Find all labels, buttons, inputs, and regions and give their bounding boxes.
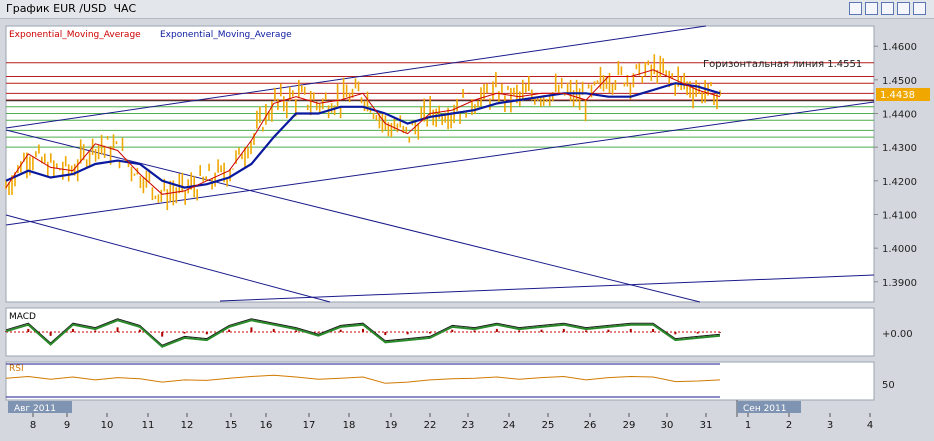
chart-canvas: 1.4600 1.4500 1.4400 1.4300 1.4200 1.4100 1.40… <box>5 25 930 431</box>
x-tick-label: 12 <box>181 420 194 431</box>
rsi-label: RSI <box>9 364 24 374</box>
y-tick-label: 1.4200 <box>882 177 917 188</box>
x-tick-label: 3 <box>827 420 833 431</box>
y-tick-label: 1.4600 <box>882 42 917 53</box>
x-tick-label: 9 <box>64 420 70 431</box>
x-tick-label: 23 <box>462 420 475 431</box>
horizontal-line-label: Горизонтальная линия 1.4551 <box>703 59 862 70</box>
ema-legend-1: Exponential_Moving_Average <box>9 30 141 40</box>
x-tick-label: 1 <box>745 420 751 431</box>
y-tick-label: 1.4300 <box>882 143 917 154</box>
macd-label: MACD <box>9 312 36 322</box>
x-tick-label: 8 <box>30 420 36 431</box>
current-price-label: 1.4438 <box>880 90 915 101</box>
x-tick-label: 26 <box>584 420 597 431</box>
x-tick-label: 24 <box>503 420 516 431</box>
y-tick-label: 1.3900 <box>882 278 917 289</box>
x-tick-label: 25 <box>542 420 555 431</box>
rsi-panel <box>5 361 875 401</box>
x-tick-label: 15 <box>225 420 238 431</box>
x-tick-label: 22 <box>424 420 437 431</box>
y-tick-label: 1.4100 <box>882 210 917 221</box>
x-tick-label: 31 <box>700 420 713 431</box>
ema-legend-2: Exponential_Moving_Average <box>160 30 292 40</box>
month-label-aug: Авг 2011 <box>14 404 56 414</box>
x-tick-label: 16 <box>260 420 273 431</box>
x-tick-label: 17 <box>303 420 316 431</box>
chart-window: График EUR /USD ЧАС 1.4600 1.4500 1.4400 1.… <box>0 0 934 441</box>
y-tick-label: 1.4400 <box>882 110 917 121</box>
x-tick-label: 19 <box>385 420 398 431</box>
x-tick-label: 11 <box>142 420 155 431</box>
price-y-axis: 1.4600 1.4500 1.4400 1.4300 1.4200 1.4100 1.40… <box>874 42 917 289</box>
month-label-sep: Сен 2011 <box>743 404 786 414</box>
x-tick-label: 29 <box>623 420 636 431</box>
x-tick-label: 4 <box>867 420 873 431</box>
x-tick-label: 30 <box>661 420 674 431</box>
x-tick-label: 18 <box>343 420 356 431</box>
y-tick-label: 1.4500 <box>882 76 917 87</box>
x-tick-label: 2 <box>786 420 792 431</box>
macd-tick-zero: +0.00 <box>882 329 913 340</box>
x-tick-label: 10 <box>101 420 114 431</box>
y-tick-label: 1.4000 <box>882 244 917 255</box>
rsi-tick-50: 50 <box>882 380 895 391</box>
